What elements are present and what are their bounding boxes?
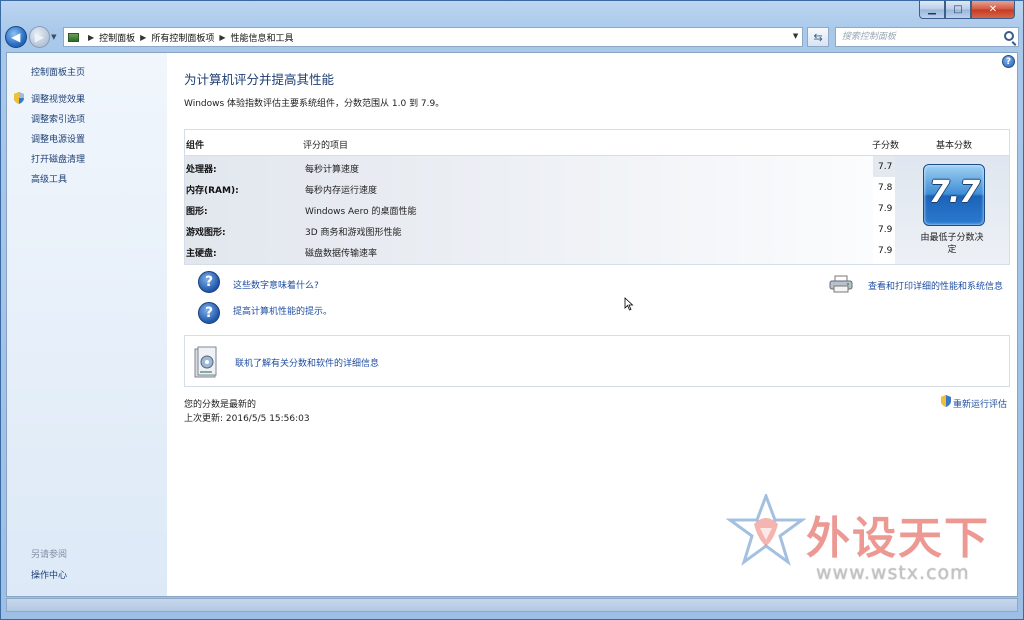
caption-buttons: ▁ □ ✕ xyxy=(919,1,1015,19)
breadcrumb-arrow-icon[interactable]: ▶ xyxy=(140,33,146,42)
online-details-link[interactable]: 联机了解有关分数和软件的详细信息 xyxy=(235,356,379,369)
back-button[interactable]: ◀ xyxy=(5,26,27,48)
adjust-indexing-link[interactable]: 调整索引选项 xyxy=(31,112,85,125)
watermark: 外设天下 www.wstx.com xyxy=(726,494,1016,589)
see-also-heading: 另请参阅 xyxy=(31,550,68,560)
action-center-link[interactable]: 操作中心 xyxy=(31,568,67,581)
search-icon[interactable] xyxy=(1003,31,1014,41)
software-box-icon xyxy=(194,346,217,378)
subscore-graphics: 7.9 xyxy=(878,204,893,214)
disk-cleanup-link[interactable]: 打开磁盘清理 xyxy=(31,152,85,165)
table-row: 处理器: 每秒计算速度 xyxy=(185,156,873,177)
window-frame: ▁ □ ✕ ◀ ▶ ▼ ▶ 控制面板 ▶ 所有控制面板项 ▶ 性能信息和工具 ▼… xyxy=(0,0,1024,620)
last-update-label: 上次更新: xyxy=(184,414,226,424)
breadcrumb-control-panel[interactable]: 控制面板 xyxy=(99,31,135,44)
header-basescore: 基本分数 xyxy=(936,141,973,151)
row-component: 图形: xyxy=(186,207,208,217)
close-icon: ✕ xyxy=(988,4,998,15)
search-input[interactable] xyxy=(835,28,996,46)
uac-shield-icon xyxy=(941,395,951,407)
control-panel-home-link[interactable]: 控制面板主页 xyxy=(31,65,85,78)
table-row: 内存(RAM): 每秒内存运行速度 xyxy=(185,177,873,198)
advanced-tools-link[interactable]: 高级工具 xyxy=(31,172,67,185)
row-component: 内存(RAM): xyxy=(186,186,239,196)
score-table: 组件 评分的项目 子分数 基本分数 处理器: 每秒计算速度 内存(RAM): 每… xyxy=(184,129,1010,265)
address-dropdown-icon[interactable]: ▼ xyxy=(793,32,798,40)
breadcrumb-performance[interactable]: 性能信息和工具 xyxy=(230,31,293,44)
score-table-header: 组件 评分的项目 子分数 基本分数 xyxy=(185,130,1009,156)
control-panel-icon xyxy=(67,32,79,42)
breadcrumb-arrow-icon[interactable]: ▶ xyxy=(88,33,94,42)
last-update-value: 2016/5/5 15:56:03 xyxy=(225,414,310,424)
online-info-box: 联机了解有关分数和软件的详细信息 xyxy=(184,335,1010,387)
adjust-visual-effects-link[interactable]: 调整视觉效果 xyxy=(31,92,85,105)
address-bar[interactable]: ▶ 控制面板 ▶ 所有控制面板项 ▶ 性能信息和工具 ▼ xyxy=(62,27,804,47)
performance-tips-link[interactable]: 提高计算机性能的提示。 xyxy=(233,304,332,317)
navigation-bar: ◀ ▶ ▼ ▶ 控制面板 ▶ 所有控制面板项 ▶ 性能信息和工具 ▼ ⇆ xyxy=(5,23,1019,51)
base-score-badge: 7.7 xyxy=(923,164,985,226)
subscore-memory: 7.8 xyxy=(878,183,893,193)
score-rows: 处理器: 每秒计算速度 内存(RAM): 每秒内存运行速度 图形: Window… xyxy=(185,156,873,264)
maximize-icon: □ xyxy=(953,4,963,15)
row-item: Windows Aero 的桌面性能 xyxy=(305,207,417,217)
view-print-details-link[interactable]: 查看和打印详细的性能和系统信息 xyxy=(868,279,1003,292)
last-update: 上次更新: 2016/5/5 15:56:03 xyxy=(184,411,310,424)
history-dropdown-icon[interactable]: ▼ xyxy=(51,33,59,41)
minimize-icon: ▁ xyxy=(928,4,936,15)
search-box xyxy=(834,27,1019,47)
header-subscore: 子分数 xyxy=(872,141,900,151)
refresh-button[interactable]: ⇆ xyxy=(807,27,829,47)
base-score-caption: 由最低子分数决 定 xyxy=(920,233,984,255)
rerun-assessment-link[interactable]: 重新运行评估 xyxy=(953,397,1007,410)
row-component: 处理器: xyxy=(186,165,217,175)
subscore-processor: 7.7 xyxy=(878,162,893,172)
forward-button[interactable]: ▶ xyxy=(28,26,51,48)
score-status: 您的分数是最新的 xyxy=(184,400,257,410)
mouse-cursor-icon xyxy=(624,297,634,311)
watermark-title: 外设天下 xyxy=(806,513,990,564)
back-arrow-icon: ◀ xyxy=(11,30,21,44)
breadcrumb-arrow-icon[interactable]: ▶ xyxy=(219,33,225,42)
page-description: Windows 体验指数评估主要系统组件，分数范围从 1.0 到 7.9。 xyxy=(184,99,445,109)
refresh-icon: ⇆ xyxy=(813,30,823,44)
subscore-primary-disk: 7.9 xyxy=(878,246,893,256)
status-bar xyxy=(6,598,1018,612)
adjust-power-link[interactable]: 调整电源设置 xyxy=(31,132,85,145)
forward-arrow-icon: ▶ xyxy=(34,30,44,44)
breadcrumb-all-items[interactable]: 所有控制面板项 xyxy=(151,31,214,44)
header-rated-item: 评分的项目 xyxy=(303,141,349,151)
minimize-button[interactable]: ▁ xyxy=(919,1,945,19)
base-score-value: 7.7 xyxy=(928,175,980,210)
watermark-url: www.wstx.com xyxy=(816,562,970,584)
row-component: 主硬盘: xyxy=(186,249,217,259)
help-icon[interactable]: ? xyxy=(1002,55,1015,68)
subscore-gaming-graphics: 7.9 xyxy=(878,225,893,235)
row-item: 磁盘数据传输速率 xyxy=(305,249,378,259)
close-button[interactable]: ✕ xyxy=(971,1,1015,19)
printer-icon xyxy=(829,275,853,293)
what-scores-mean-link[interactable]: 这些数字意味着什么? xyxy=(233,278,319,291)
left-pane: 控制面板主页 调整视觉效果 调整索引选项 调整电源设置 打开磁盘清理 高级工具 … xyxy=(7,53,167,596)
table-row: 游戏图形: 3D 商务和游戏图形性能 xyxy=(185,219,873,240)
help-question-icon: ? xyxy=(198,271,220,293)
table-row: 图形: Windows Aero 的桌面性能 xyxy=(185,198,873,219)
maximize-button[interactable]: □ xyxy=(945,1,971,19)
watermark-star-logo xyxy=(726,494,806,566)
table-row: 主硬盘: 磁盘数据传输速率 xyxy=(185,240,873,261)
base-score-area: 7.7 由最低子分数决 定 xyxy=(895,156,1009,264)
row-item: 每秒内存运行速度 xyxy=(305,186,378,196)
help-question-icon: ? xyxy=(198,302,220,324)
row-item: 每秒计算速度 xyxy=(305,165,360,175)
page-title: 为计算机评分并提高其性能 xyxy=(184,72,335,87)
uac-shield-icon xyxy=(14,92,24,104)
row-component: 游戏图形: xyxy=(186,228,226,238)
row-item: 3D 商务和游戏图形性能 xyxy=(305,228,402,238)
header-component: 组件 xyxy=(186,141,205,151)
